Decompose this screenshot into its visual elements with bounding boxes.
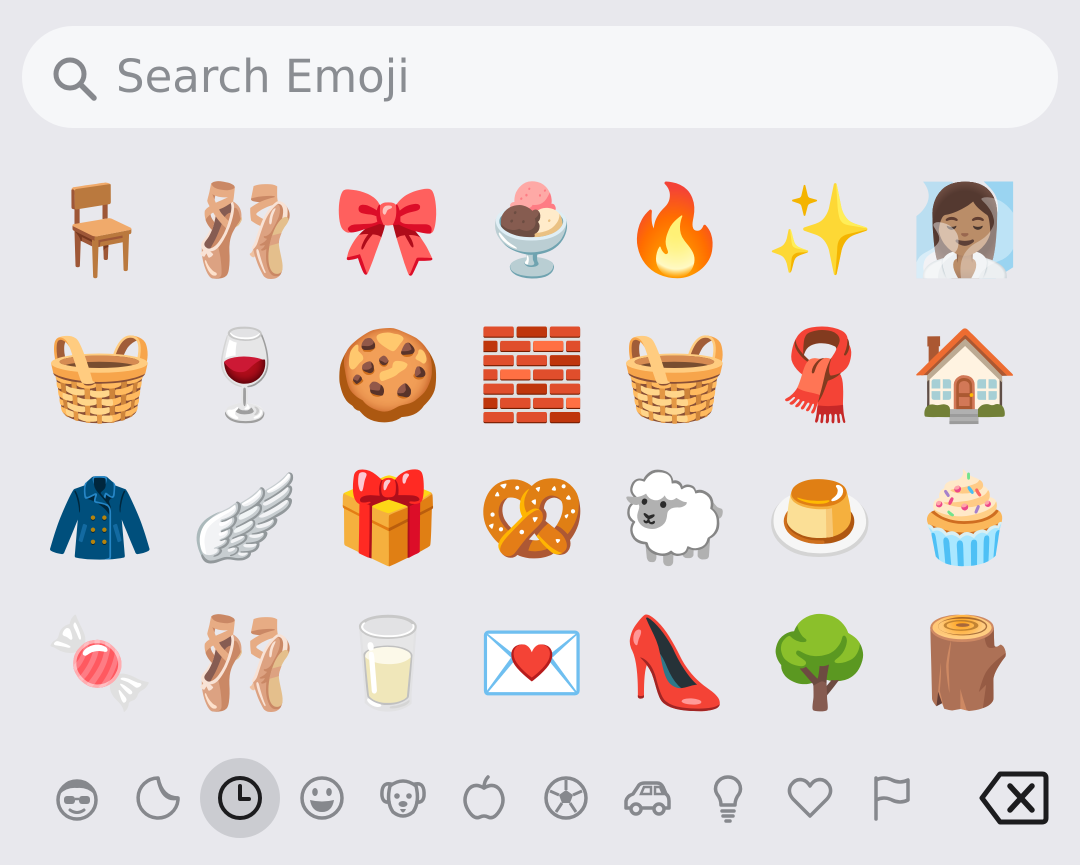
- emoji-gift-box[interactable]: 🎁: [318, 448, 458, 588]
- search-input[interactable]: [116, 40, 1016, 112]
- category-flags[interactable]: [852, 758, 932, 838]
- emoji-glyph: 🩰: [190, 611, 300, 714]
- emoji-glyph: 🍷: [190, 323, 300, 426]
- backspace-button[interactable]: [978, 766, 1050, 830]
- dog-icon: [380, 779, 426, 818]
- emoji-glyph: 🧺: [620, 323, 730, 426]
- category-bar: [0, 756, 1080, 844]
- emoji-woman-in-steamy-room[interactable]: 🧖🏽‍♀️: [895, 160, 1035, 300]
- clock-icon: [218, 776, 262, 820]
- emoji-glyph: 🐑: [620, 466, 730, 569]
- sticker-icon: [136, 776, 180, 820]
- emoji-armchair[interactable]: 🪑: [30, 160, 170, 300]
- emoji-glyph: 🧁: [910, 466, 1020, 569]
- flag-icon: [874, 776, 910, 821]
- emoji-glyph: 🧖🏽‍♀️: [910, 178, 1020, 281]
- memoji-icon: [56, 779, 98, 821]
- emoji-red-ballet-flats[interactable]: 👠: [605, 593, 745, 733]
- emoji-folded-blanket[interactable]: 🧺: [30, 305, 170, 445]
- emoji-campfire[interactable]: 🔥: [605, 160, 745, 300]
- emoji-grid: 🪑 🩰 🎀 🍨 🔥 ✨ 🧖🏽‍♀️ 🧺 🍷 🍪 🧱 🧺 🧣 🏠 🧥 🪽 🎁 🥨 🐑 🍮 🧁 🍬 🩰 🥛 💌 👠 🌳 🪵: [10, 160, 1070, 760]
- emoji-sparkles[interactable]: ✨: [750, 160, 890, 300]
- emoji-laundry-basket[interactable]: 🧺: [605, 305, 745, 445]
- emoji-glyph: ✨: [765, 178, 875, 281]
- category-animals-nature[interactable]: [363, 758, 443, 838]
- emoji-pink-bow[interactable]: 🎀: [318, 160, 458, 300]
- emoji-glyph: 🥛: [333, 611, 443, 714]
- emoji-angel-wing[interactable]: 🪽: [175, 448, 315, 588]
- emoji-cinnamon-sticks[interactable]: 🪵: [895, 593, 1035, 733]
- emoji-eggnog[interactable]: 🥛: [318, 593, 458, 733]
- emoji-rolled-pink-blanket[interactable]: 🧣: [750, 305, 890, 445]
- category-objects[interactable]: [688, 758, 768, 838]
- emoji-glyph: 🥨: [477, 466, 587, 569]
- category-food-drink[interactable]: [444, 758, 524, 838]
- delete-icon: [979, 771, 1049, 825]
- apple-icon: [463, 775, 505, 820]
- emoji-snowy-tree[interactable]: 🌳: [750, 593, 890, 733]
- emoji-glyph: 🧺: [45, 323, 155, 426]
- car-icon: [624, 781, 671, 816]
- heart-icon: [787, 777, 833, 818]
- emoji-love-letter[interactable]: 💌: [462, 593, 602, 733]
- emoji-glyph: 🎀: [333, 178, 443, 281]
- emoji-glyph: 👠: [620, 611, 730, 714]
- emoji-pink-ballet-shoes[interactable]: 🩰: [175, 593, 315, 733]
- emoji-glyph: 🍨: [477, 178, 587, 281]
- emoji-ballet-flats[interactable]: 🩰: [175, 160, 315, 300]
- emoji-cupcake[interactable]: 🧁: [895, 448, 1035, 588]
- emoji-candy-cane[interactable]: 🍬: [30, 593, 170, 733]
- emoji-glyph: 🧱: [477, 323, 587, 426]
- emoji-ice-cream-sundae[interactable]: 🍨: [462, 160, 602, 300]
- category-smileys-people[interactable]: [282, 758, 362, 838]
- emoji-glyph: 🔥: [620, 178, 730, 281]
- emoji-glyph: 🎁: [333, 466, 443, 569]
- emoji-glyph: 🩰: [190, 178, 300, 281]
- smiley-icon: [300, 776, 344, 820]
- emoji-glyph: 🪵: [910, 611, 1020, 714]
- category-travel-places[interactable]: [607, 758, 687, 838]
- emoji-mulled-wine[interactable]: 🍷: [175, 305, 315, 445]
- soccer-ball-icon: [544, 776, 588, 820]
- emoji-bundt-cake[interactable]: 🍮: [750, 448, 890, 588]
- category-symbols[interactable]: [770, 758, 850, 838]
- emoji-glyph: 🏠: [910, 323, 1020, 426]
- emoji-glyph: 🪑: [45, 178, 155, 281]
- lightbulb-icon: [713, 775, 743, 823]
- emoji-glyph: 🧣: [765, 323, 875, 426]
- emoji-glyph: 🍮: [765, 466, 875, 569]
- emoji-sheep[interactable]: 🐑: [605, 448, 745, 588]
- emoji-gingerbread-man[interactable]: 🍪: [318, 305, 458, 445]
- emoji-glyph: 🧥: [45, 466, 155, 569]
- emoji-gingerbread-house[interactable]: 🏠: [895, 305, 1035, 445]
- emoji-pink-sweater[interactable]: 🧥: [30, 448, 170, 588]
- emoji-fireplace[interactable]: 🧱: [462, 305, 602, 445]
- emoji-glyph: 🍬: [45, 611, 155, 714]
- emoji-keyboard: 🪑 🩰 🎀 🍨 🔥 ✨ 🧖🏽‍♀️ 🧺 🍷 🍪 🧱 🧺 🧣 🏠 🧥 🪽 🎁 🥨 🐑 🍮 🧁 🍬 🩰 🥛 💌 👠 🌳 🪵: [0, 0, 1080, 865]
- category-activity[interactable]: [526, 758, 606, 838]
- emoji-glyph: 💌: [477, 611, 587, 714]
- emoji-glyph: 🍪: [333, 323, 443, 426]
- emoji-pretzel[interactable]: 🥨: [462, 448, 602, 588]
- category-frequently-used[interactable]: [200, 758, 280, 838]
- category-memoji-stickers[interactable]: [37, 758, 117, 838]
- search-icon: [53, 57, 97, 101]
- emoji-glyph: 🌳: [765, 611, 875, 714]
- category-stickers[interactable]: [118, 758, 198, 838]
- emoji-glyph: 🪽: [190, 466, 300, 569]
